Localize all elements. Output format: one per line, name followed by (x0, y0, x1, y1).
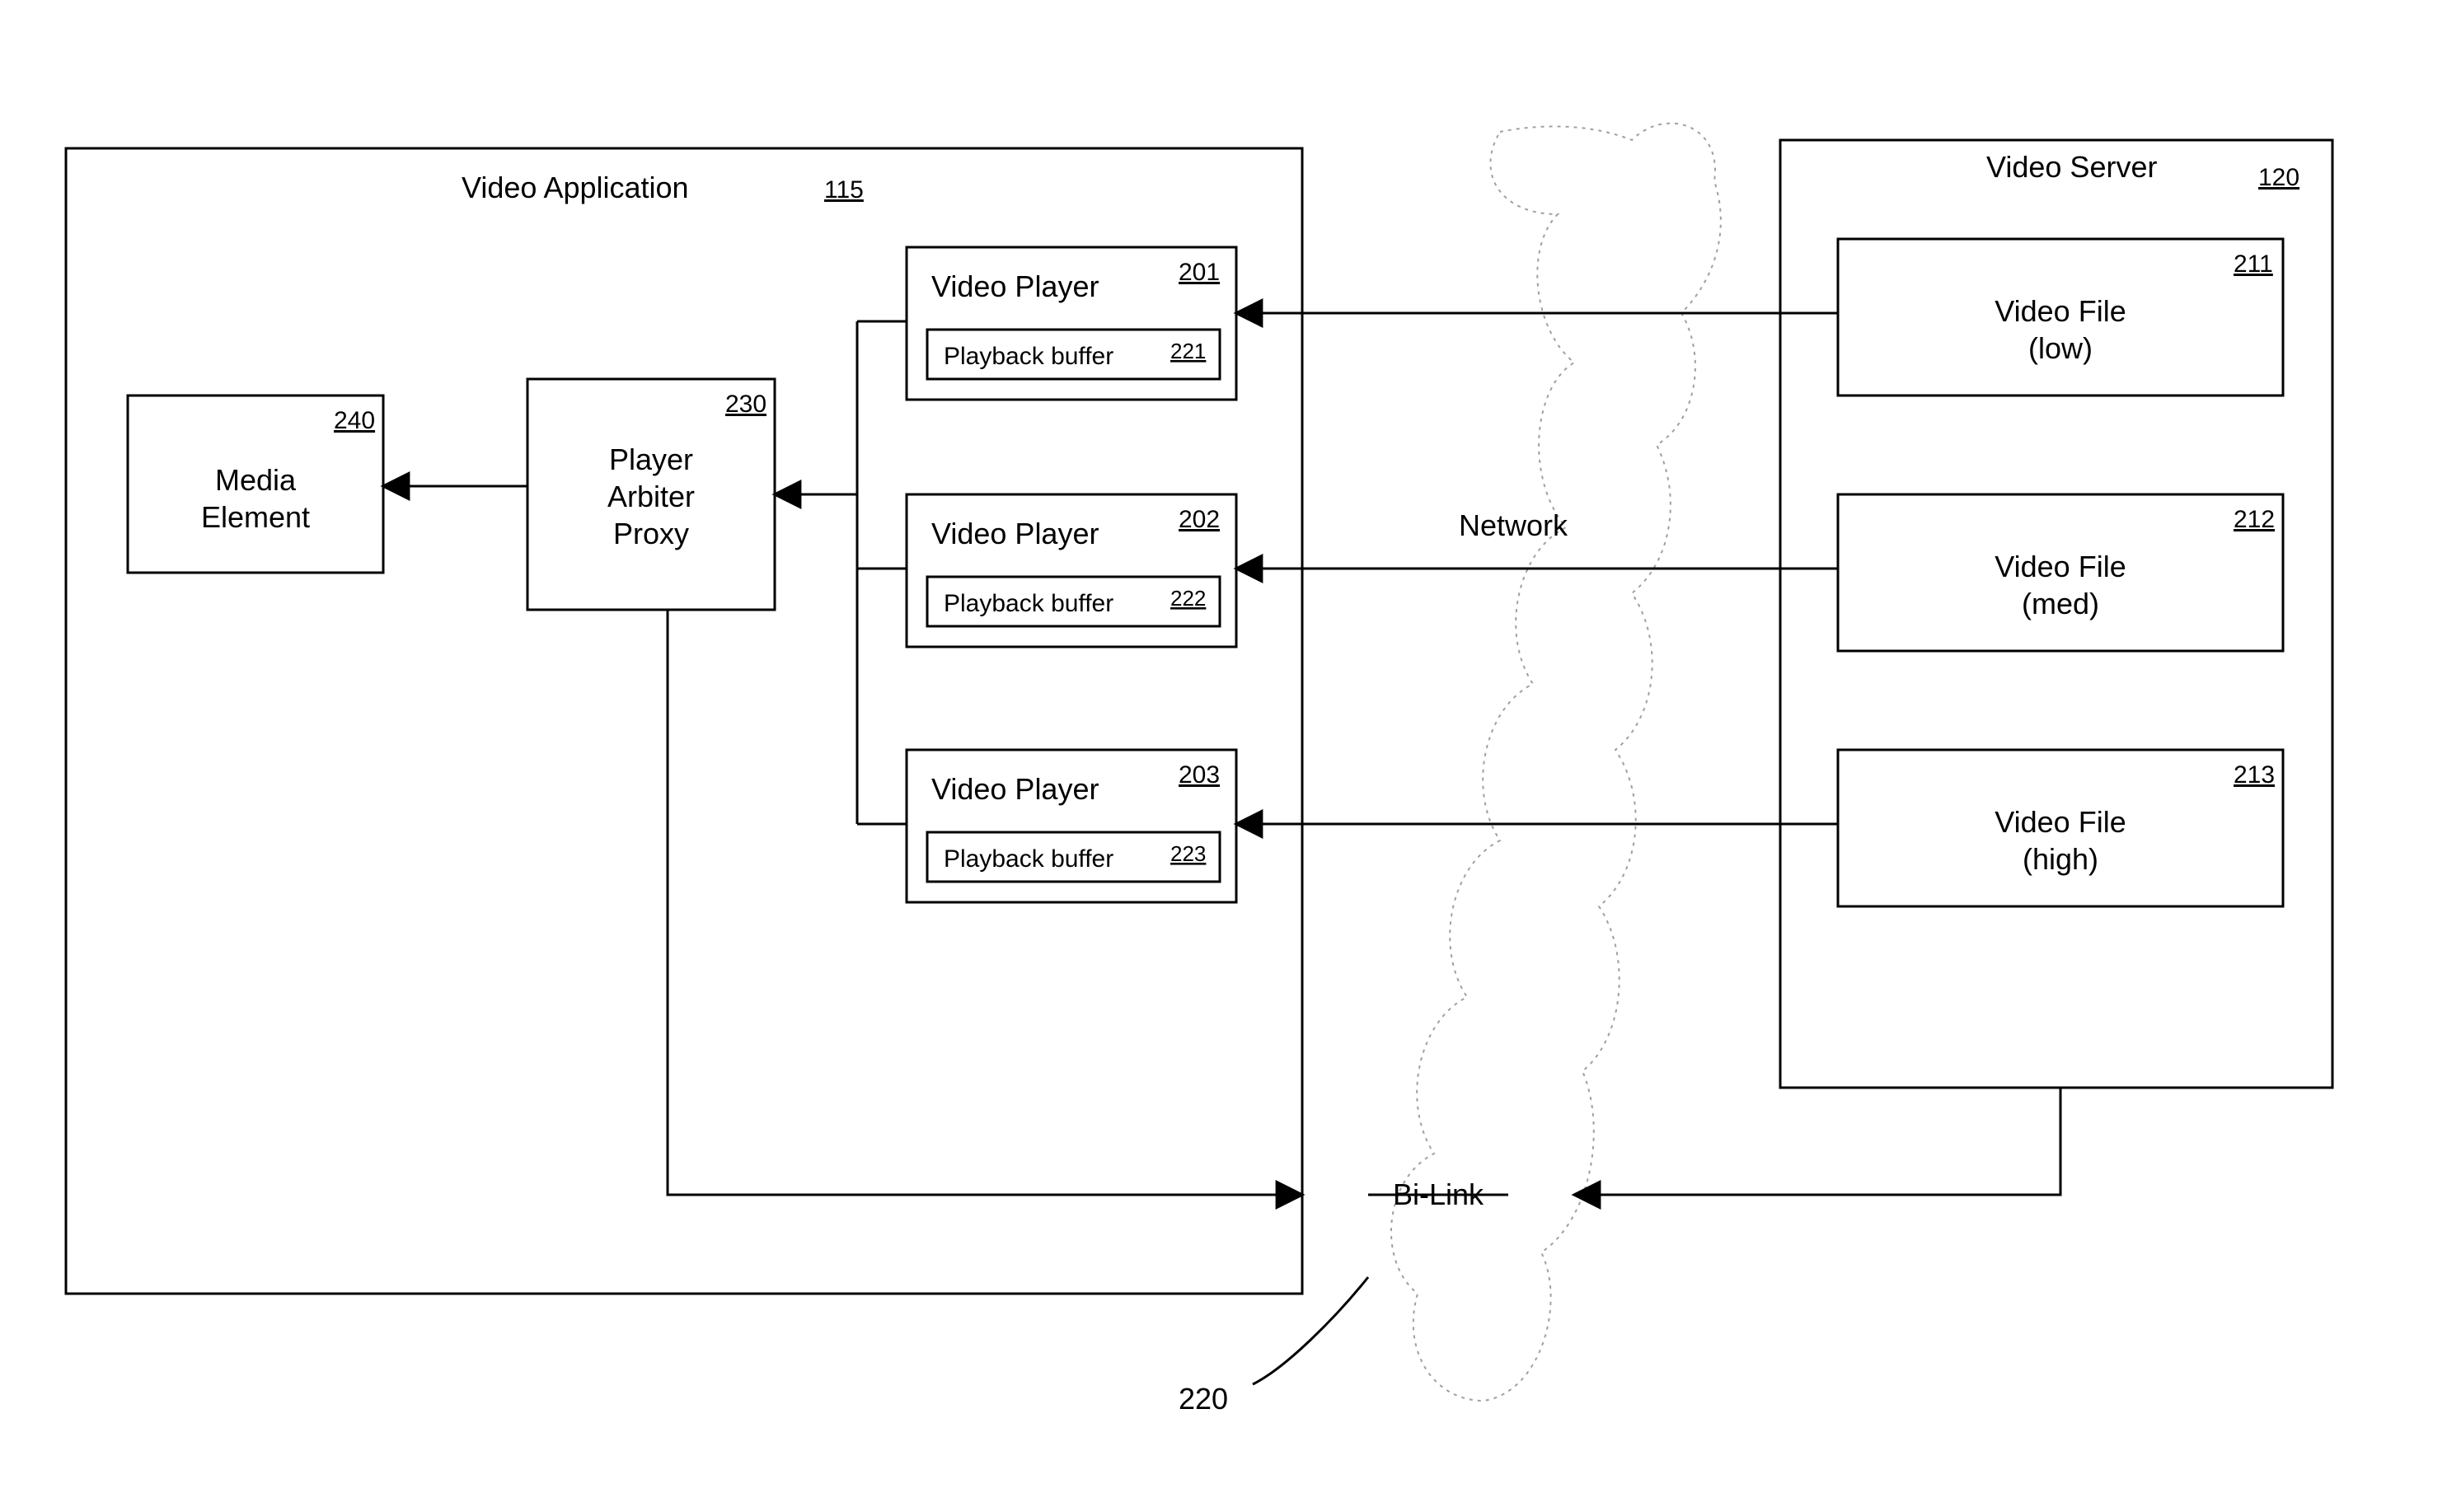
video-player-201: Video Player 201 Playback buffer 221 (907, 247, 1236, 400)
video-player-203-buffer-label: Playback buffer (944, 845, 1113, 873)
video-file-high-ref: 213 (2234, 761, 2275, 789)
media-element-label-2: Element (201, 500, 310, 534)
arrow-bilink-right (1574, 1088, 2060, 1195)
video-file-med-label-1: Video File (1995, 550, 2126, 583)
proxy-label-2: Arbiter (607, 480, 695, 513)
video-server-label: Video Server (1986, 150, 2157, 184)
proxy-label-1: Player (609, 442, 693, 476)
video-file-low-label-2: (low) (2028, 331, 2093, 365)
video-file-med-label-2: (med) (2022, 587, 2099, 620)
video-application-ref: 115 (824, 176, 864, 204)
video-file-med: 212 Video File (med) (1838, 494, 2283, 651)
video-file-low-label-1: Video File (1995, 294, 2126, 328)
network-label: Network (1459, 508, 1568, 542)
video-player-203-label: Video Player (931, 772, 1099, 806)
proxy-label-3: Proxy (613, 517, 689, 550)
video-file-high-label-2: (high) (2023, 842, 2098, 876)
video-player-201-ref: 201 (1179, 259, 1220, 286)
media-element-ref: 240 (334, 407, 375, 434)
video-player-203: Video Player 203 Playback buffer 223 (907, 750, 1236, 902)
video-file-high: 213 Video File (high) (1838, 750, 2283, 906)
video-file-low-ref: 211 (2234, 250, 2273, 278)
video-server-ref: 120 (2258, 164, 2299, 191)
video-player-202-ref: 202 (1179, 506, 1220, 533)
video-file-high-label-1: Video File (1995, 805, 2126, 839)
video-player-202-label: Video Player (931, 517, 1099, 550)
video-player-201-buffer-ref: 221 (1170, 339, 1206, 363)
video-player-202: Video Player 202 Playback buffer 222 (907, 494, 1236, 647)
bilink-ref: 220 (1179, 1382, 1228, 1416)
video-player-202-buffer-ref: 222 (1170, 586, 1206, 611)
media-element-label-1: Media (215, 463, 297, 497)
video-file-low: 211 Video File (low) (1838, 239, 2283, 396)
video-player-201-label: Video Player (931, 269, 1099, 303)
video-player-201-buffer-label: Playback buffer (944, 343, 1113, 370)
video-application-label: Video Application (462, 171, 689, 204)
video-file-med-ref: 212 (2234, 506, 2275, 533)
bilink-label: Bi-Link (1393, 1177, 1484, 1211)
video-player-202-buffer-label: Playback buffer (944, 590, 1113, 617)
player-arbiter-proxy-ref: 230 (725, 391, 766, 418)
diagram-canvas: Video Application 115 Video Server 120 N… (0, 0, 2447, 1512)
video-player-203-buffer-ref: 223 (1170, 841, 1206, 866)
video-player-203-ref: 203 (1179, 761, 1220, 789)
